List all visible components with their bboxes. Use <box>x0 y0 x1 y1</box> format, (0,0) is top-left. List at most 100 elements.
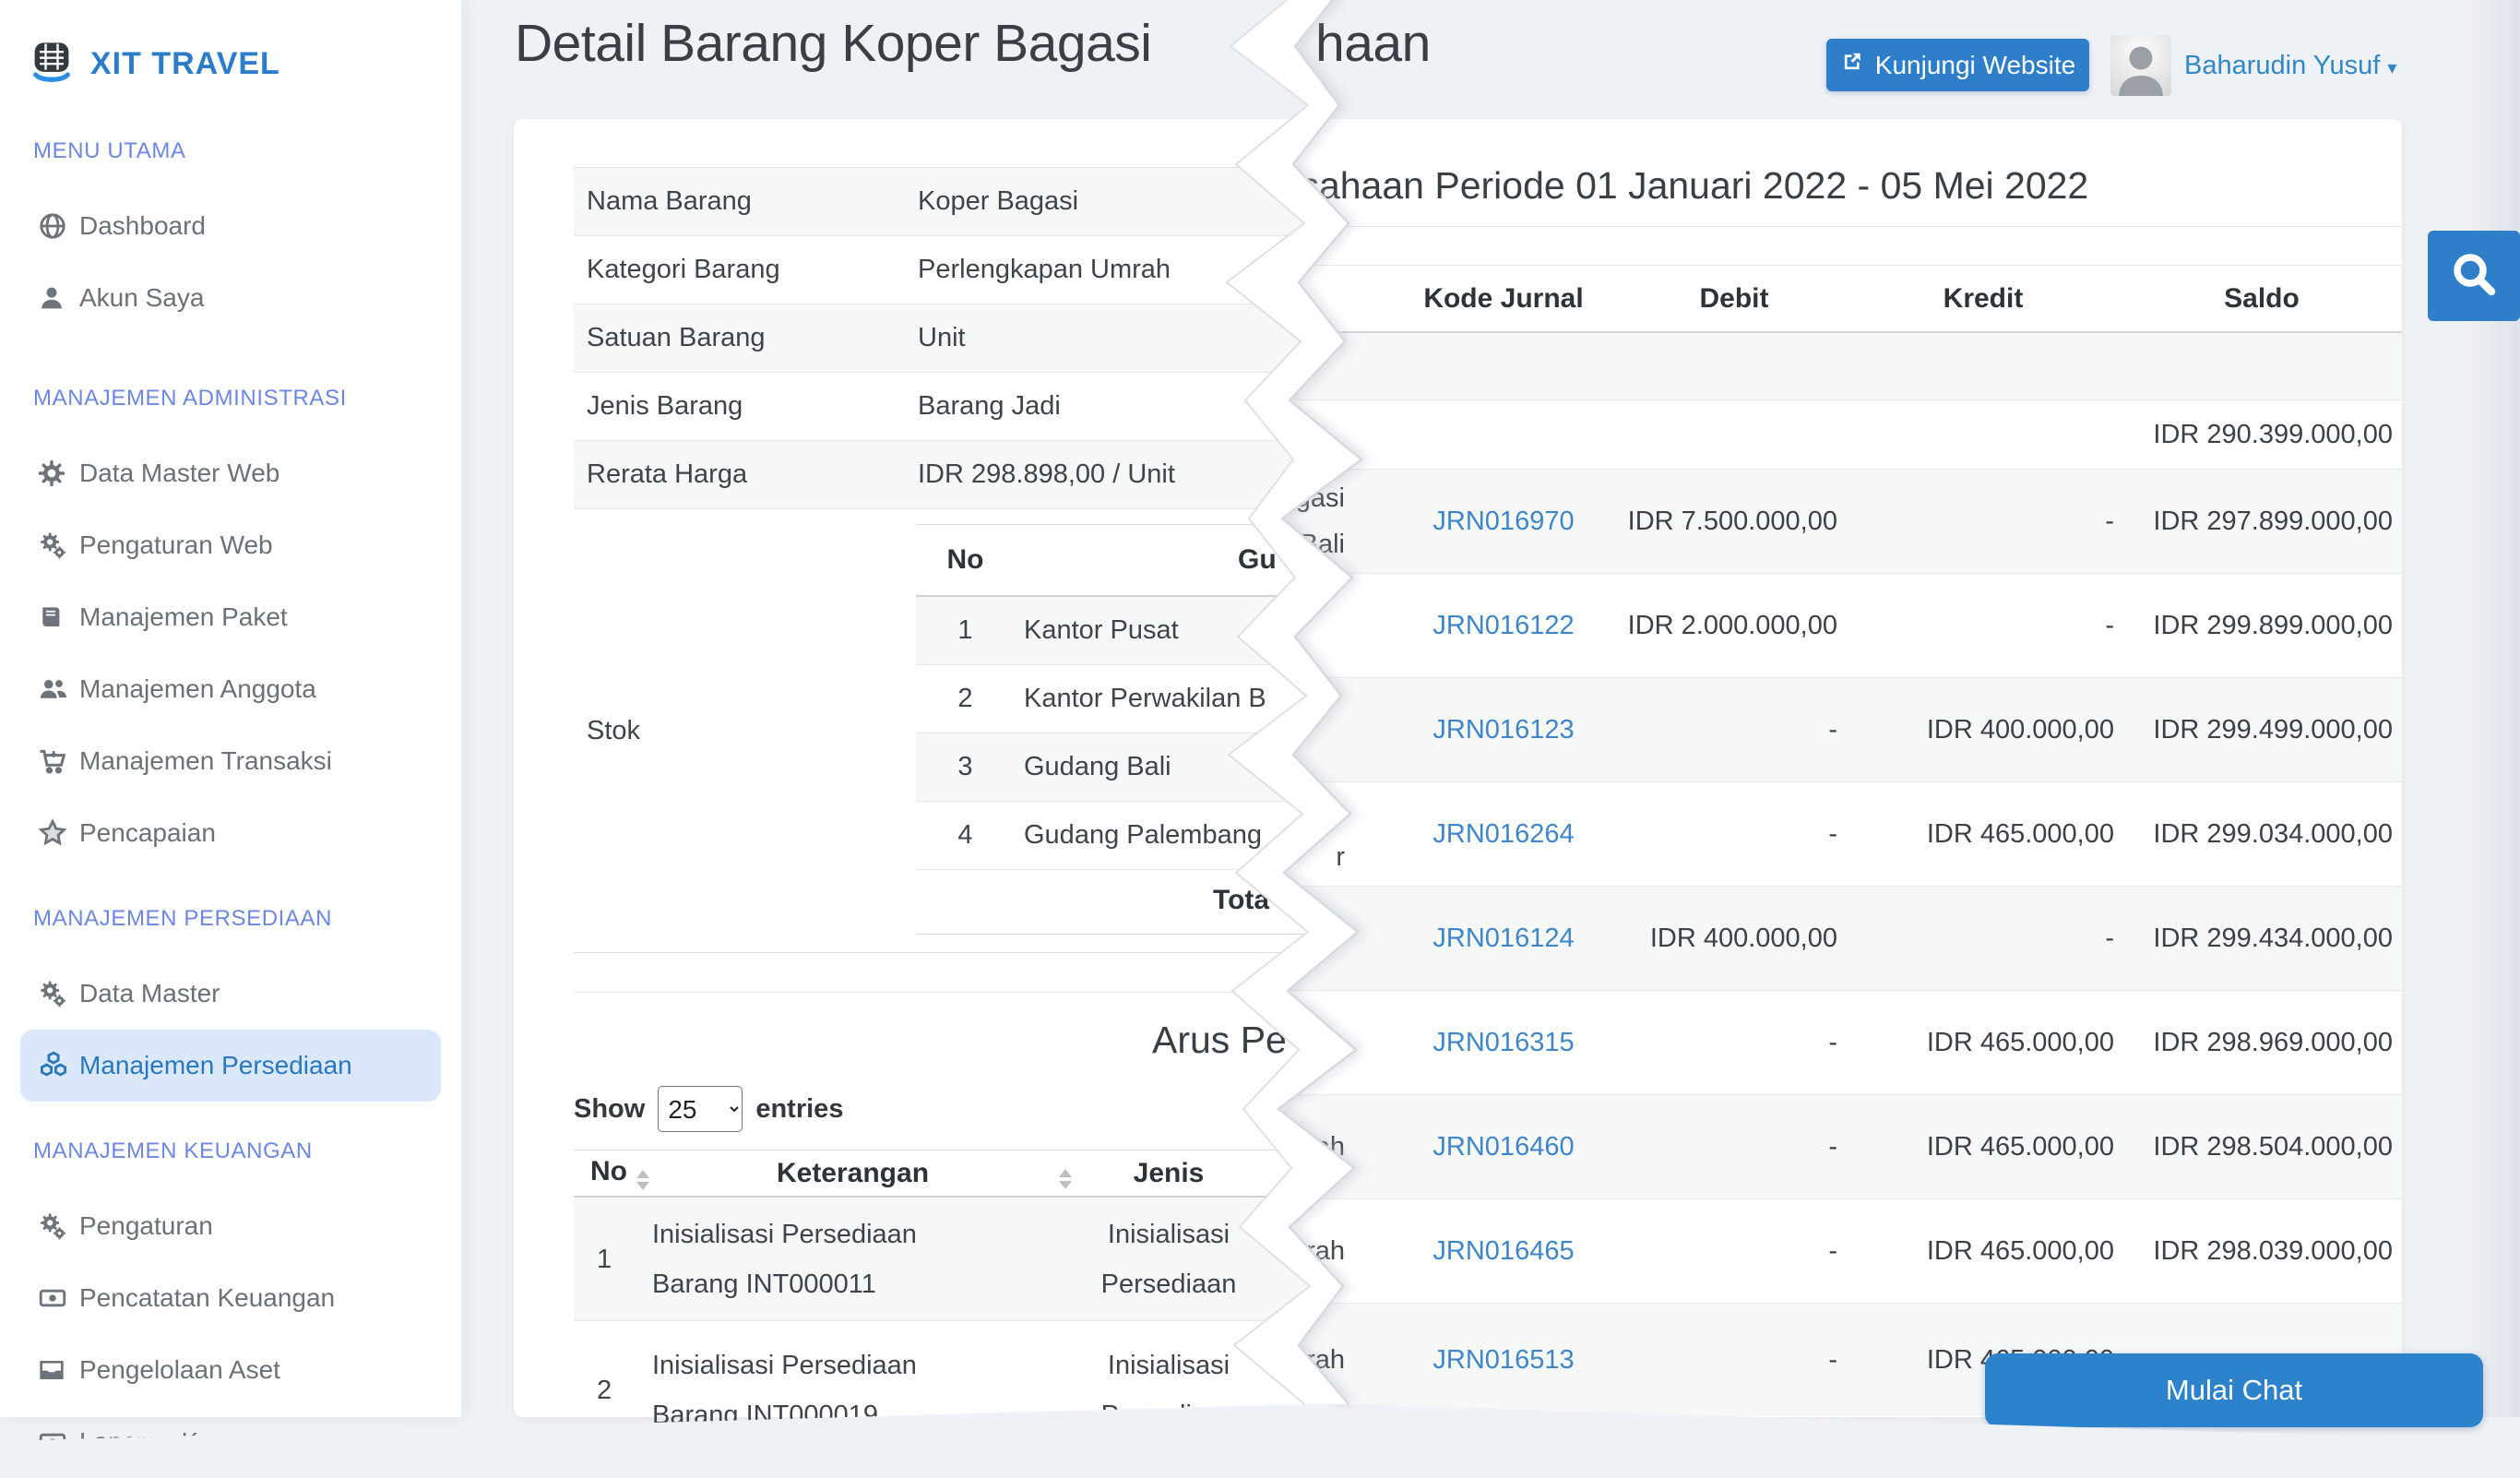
cell-jenis: InisialisasiPersediaan <box>1053 1210 1284 1309</box>
cell-kredit: IDR 465.000,00 <box>1845 1028 2122 1058</box>
cell-no: 2 <box>574 1365 652 1415</box>
journal-period-heading: rusahaan Periode 01 Januari 2022 - 05 Me… <box>1266 164 2088 208</box>
stok-no: 2 <box>916 684 1015 714</box>
torn-title-fragment: haan <box>1315 13 1431 74</box>
divider <box>574 992 1384 993</box>
sidebar-item-pencatatan-keuangan[interactable]: Pencatatan Keuangan <box>0 1262 461 1334</box>
sidebar-item-pencapaian[interactable]: Pencapaian <box>0 797 461 869</box>
kode-jurnal-link[interactable]: JRN016315 <box>1384 1028 1623 1058</box>
detail-table: Nama Barang Koper Bagasi Kategori Barang… <box>574 167 1384 953</box>
sidebar-item-manajemen-persediaan[interactable]: Manajemen Persediaan <box>20 1030 441 1102</box>
detail-row-stok: Stok No Gu 1 Kantor Pusat 2 Kantor Perwa… <box>574 509 1384 953</box>
cell-saldo: IDR 299.434.000,00 <box>2122 924 2402 954</box>
journal-row: JRN016122 IDR 2.000.000,00 - IDR 299.899… <box>1199 574 2402 678</box>
arus-table: No Keterangan Jenis 1 Inisialisasi Perse… <box>574 1150 1384 1460</box>
cubes-icon <box>37 1049 79 1082</box>
sidebar-item-label: Pencatatan Keuangan <box>79 1283 335 1313</box>
cell-jenis: InisialisasiPersediaan <box>1053 1341 1284 1440</box>
kode-jurnal-link[interactable]: JRN016460 <box>1384 1132 1623 1162</box>
detail-value: Unit <box>918 323 1384 353</box>
detail-row: Satuan Barang Unit <box>574 304 1384 373</box>
search-button[interactable] <box>2428 231 2520 321</box>
sidebar-item-label: Data Master <box>79 979 220 1008</box>
detail-label: Nama Barang <box>574 186 918 217</box>
arus-row: 1 Inisialisasi PersediaanBarang INT00001… <box>574 1198 1384 1321</box>
sidebar-item-label: Pengaturan Web <box>79 530 273 560</box>
gears-icon <box>37 1210 79 1242</box>
stok-col-no: No <box>916 544 1015 576</box>
sidebar-item-label: Manajemen Transaksi <box>79 746 332 776</box>
detail-label: Kategori Barang <box>574 255 918 285</box>
gears-icon <box>37 530 79 561</box>
kode-jurnal-link[interactable]: JRN016123 <box>1384 715 1623 745</box>
mulai-chat-button[interactable]: Mulai Chat <box>1985 1353 2483 1427</box>
cell-keterangan: Inisialisasi PersediaanBarang INT000011 <box>652 1210 1053 1309</box>
avatar[interactable] <box>2110 35 2171 96</box>
cell-saldo: IDR 299.899.000,00 <box>2122 611 2402 641</box>
detail-label: Rerata Harga <box>574 459 918 490</box>
journal-row <box>1199 333 2402 400</box>
show-label: Show <box>574 1094 645 1125</box>
stok-gudang: Gudang Palembang <box>1015 820 1262 851</box>
sidebar-item-data-master[interactable]: Data Master <box>0 958 461 1030</box>
brand-logo[interactable]: XIT TRAVEL <box>0 0 461 101</box>
cell-kredit: - <box>1845 507 2122 537</box>
sidebar-item-label: Manajemen Persediaan <box>79 1051 352 1080</box>
sidebar-item-label: Data Master Web <box>79 459 279 488</box>
kode-jurnal-link[interactable]: JRN016122 <box>1384 611 1623 641</box>
sidebar-item-label: Akun Saya <box>79 283 204 313</box>
sidebar-item-label: Manajemen Anggota <box>79 674 316 704</box>
stok-no: 1 <box>916 615 1015 646</box>
kode-jurnal-link[interactable]: JRN016264 <box>1384 819 1623 850</box>
kode-jurnal-link[interactable]: JRN016124 <box>1384 924 1623 954</box>
journal-row: agasing Bali JRN016970 IDR 7.500.000,00 … <box>1199 470 2402 574</box>
col-saldo: Saldo <box>2122 283 2402 315</box>
journal-row: JRN016123 - IDR 400.000,00 IDR 299.499.0… <box>1199 678 2402 782</box>
cell-debit: IDR 2.000.000,00 <box>1623 611 1845 641</box>
kode-jurnal-link[interactable]: JRN016513 <box>1384 1345 1623 1376</box>
sidebar-item-pengelolaan-aset[interactable]: Pengelolaan Aset <box>0 1334 461 1406</box>
journal-row: JRN016124 IDR 400.000,00 - IDR 299.434.0… <box>1199 887 2402 991</box>
sidebar-heading-manajemen-keuangan: MANAJEMEN KEUANGAN <box>33 1138 428 1164</box>
cell-kredit: IDR 465.000,00 <box>1845 819 2122 850</box>
sidebar-item-manajemen-paket[interactable]: Manajemen Paket <box>0 581 461 653</box>
visit-website-button[interactable]: Kunjungi Website <box>1826 39 2089 91</box>
detail-value: IDR 298.898,00 / Unit <box>918 459 1384 490</box>
sidebar-item-pengaturan-web[interactable]: Pengaturan Web <box>0 509 461 581</box>
cell-saldo: IDR 299.499.000,00 <box>2122 715 2402 745</box>
sidebar-item-pengaturan[interactable]: Pengaturan <box>0 1190 461 1262</box>
journal-row: mrah JRN016465 - IDR 465.000,00 IDR 298.… <box>1199 1199 2402 1304</box>
scrollbar-strip[interactable] <box>2465 0 2520 1417</box>
kode-jurnal-link[interactable]: JRN016465 <box>1384 1236 1623 1267</box>
cart-icon <box>37 745 79 777</box>
stok-gudang: Kantor Perwakilan B <box>1015 684 1266 714</box>
stok-no: 4 <box>916 820 1015 851</box>
search-icon <box>2449 249 2499 304</box>
user-menu[interactable]: Baharudin Yusuf▾ <box>2184 51 2396 81</box>
arus-col-no[interactable]: No <box>574 1156 652 1190</box>
sidebar-item-label: Manajemen Paket <box>79 602 288 632</box>
cell-debit: - <box>1623 715 1845 745</box>
arus-col-keterangan[interactable]: Keterangan <box>652 1158 1053 1189</box>
asset-box-icon <box>37 1355 79 1385</box>
col-kredit: Kredit <box>1845 283 2122 315</box>
detail-row: Jenis Barang Barang Jadi <box>574 373 1384 441</box>
sidebar-item-label: Laporan Keuangan <box>79 1427 299 1457</box>
user-icon <box>37 283 79 313</box>
arus-persediaan-heading: Arus Pe <box>1152 1019 1287 1062</box>
page-title: Detail Barang Koper Bagasi <box>515 13 1151 74</box>
arus-col-jenis[interactable]: Jenis <box>1053 1158 1284 1189</box>
sidebar-item-data-master-web[interactable]: Data Master Web <box>0 437 461 509</box>
sidebar-item-manajemen-transaksi[interactable]: Manajemen Transaksi <box>0 725 461 797</box>
page-size-select[interactable]: 25 <box>658 1086 743 1132</box>
cell-kredit: - <box>1845 924 2122 954</box>
stok-gudang: Gudang Bali <box>1015 752 1171 782</box>
sidebar-item-manajemen-anggota[interactable]: Manajemen Anggota <box>0 653 461 725</box>
cell-kredit: - <box>1845 611 2122 641</box>
sidebar-item-dashboard[interactable]: Dashboard <box>0 190 461 262</box>
col-kode-jurnal: Kode Jurnal <box>1384 283 1623 315</box>
brand-name: XIT TRAVEL <box>90 46 280 82</box>
sidebar-item-akun-saya[interactable]: Akun Saya <box>0 262 461 334</box>
kode-jurnal-link[interactable]: JRN016970 <box>1384 507 1623 537</box>
cell-kredit: IDR 400.000,00 <box>1845 715 2122 745</box>
